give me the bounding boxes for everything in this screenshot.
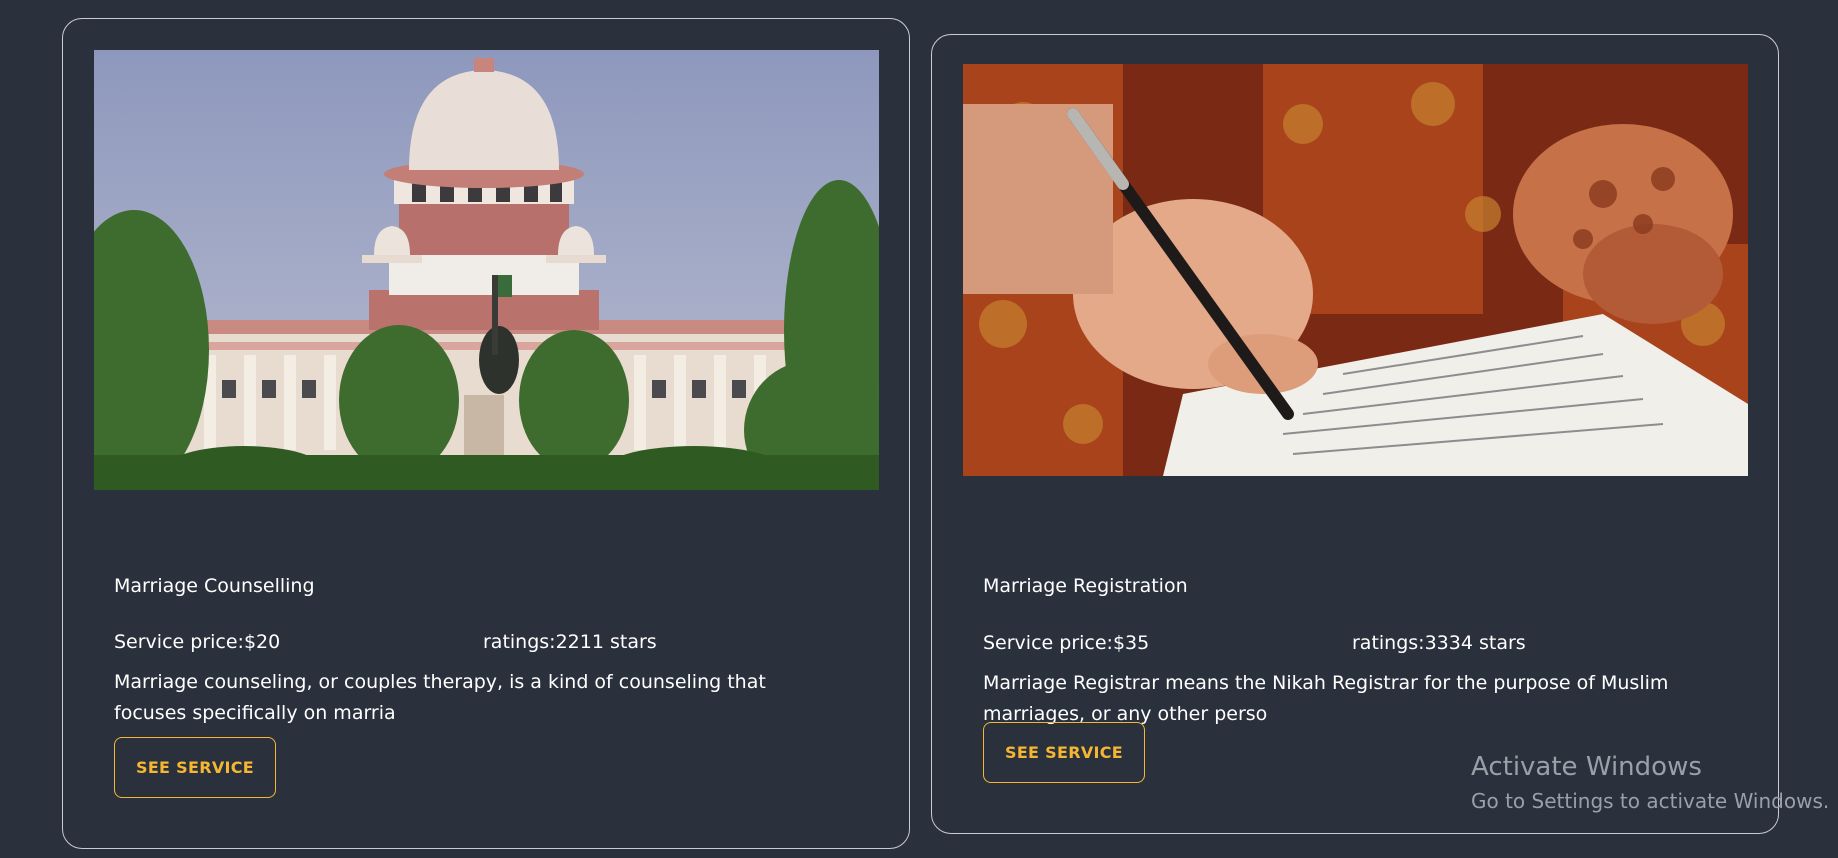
service-card-marriage-registration: Marriage Registration Service price:$35 … xyxy=(931,34,1779,834)
service-rating: ratings:3334 stars xyxy=(1352,632,1526,654)
signing-document-photo xyxy=(963,64,1748,476)
watermark-subtitle: Go to Settings to activate Windows. xyxy=(1471,789,1830,813)
card-title: Marriage Counselling xyxy=(114,575,315,597)
supreme-court-photo xyxy=(94,50,879,490)
service-price: Service price:$20 xyxy=(114,631,281,653)
see-service-button[interactable]: SEE SERVICE xyxy=(983,722,1146,783)
card-title: Marriage Registration xyxy=(983,575,1188,597)
watermark-title: Activate Windows xyxy=(1471,752,1702,782)
service-description: Marriage counseling, or couples therapy,… xyxy=(114,671,766,724)
activate-windows-watermark: Activate Windows Go to Settings to activ… xyxy=(1471,747,1829,815)
service-price: Service price:$35 xyxy=(983,632,1150,654)
service-description: Marriage Registrar means the Nikah Regis… xyxy=(983,672,1669,725)
see-service-button[interactable]: SEE SERVICE xyxy=(114,737,277,798)
service-card-marriage-counselling: Marriage Counselling Service price:$20 r… xyxy=(62,18,910,849)
service-rating: ratings:2211 stars xyxy=(483,631,657,653)
